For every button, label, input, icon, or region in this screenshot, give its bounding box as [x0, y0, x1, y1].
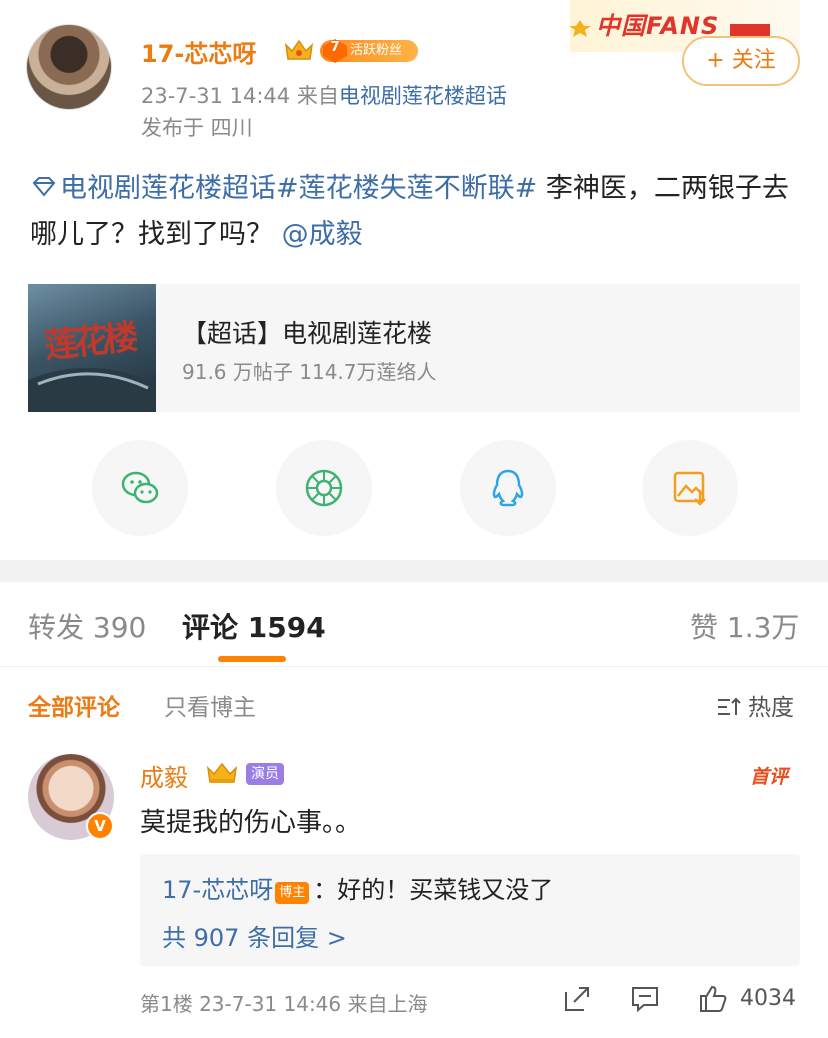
- reply-box[interactable]: 17-芯芯呀 博主 ：好的！买菜钱又没了 共 907 条回复 >: [140, 854, 800, 966]
- topic-card-title: 【超话】电视剧莲花楼: [182, 319, 433, 348]
- super-topic-link[interactable]: 电视剧莲花楼超话: [30, 173, 276, 204]
- fan-level-number: 7: [330, 40, 340, 55]
- save-image-button[interactable]: [642, 440, 738, 536]
- reply-text: ：好的！买菜钱又没了: [313, 876, 554, 904]
- tab-indicator: [218, 656, 286, 662]
- filter-all-comments[interactable]: 全部评论: [28, 688, 120, 722]
- super-topic-text: 电视剧莲花楼超话: [60, 173, 276, 204]
- view-replies-link[interactable]: 共 907 条回复 >: [162, 918, 347, 953]
- tab-comments[interactable]: 评论 1594: [182, 606, 326, 646]
- comment-text: 莫提我的伤心事。。: [140, 808, 362, 838]
- comment-footer: 第1楼 23-7-31 14:46 来自上海: [140, 992, 428, 1016]
- share-moments-button[interactable]: [276, 440, 372, 536]
- post-time: 23-7-31 14:44: [141, 84, 291, 108]
- sort-icon: [718, 697, 741, 715]
- post-from: 来自: [296, 84, 339, 108]
- author-avatar[interactable]: [26, 24, 112, 110]
- mention-link[interactable]: @成毅: [282, 219, 363, 250]
- tab-divider: [0, 666, 828, 667]
- vip-crown-icon: [206, 762, 238, 783]
- commenter-name[interactable]: 成毅: [140, 758, 188, 793]
- post-meta: 23-7-31 14:44 来自电视剧莲花楼超话: [141, 80, 507, 110]
- wechat-icon: [121, 471, 159, 504]
- share-icon[interactable]: [562, 984, 592, 1014]
- topic-thumb-title: 莲花楼: [42, 317, 137, 367]
- like-count: 4034: [740, 986, 796, 1011]
- topic-thumbnail: 莲花楼: [28, 284, 156, 412]
- save-image-icon: [673, 471, 706, 506]
- reply-user-link[interactable]: 17-芯芯呀: [162, 876, 273, 904]
- tab-likes[interactable]: 赞 1.3万: [690, 606, 799, 646]
- diamond-icon: [32, 177, 56, 197]
- share-wechat-button[interactable]: [92, 440, 188, 536]
- owner-badge: 博主: [275, 882, 310, 904]
- super-topic-card[interactable]: 莲花楼 【超话】电视剧莲花楼 91.6 万帖子 114.7万莲络人: [28, 284, 800, 412]
- sort-label: 热度: [748, 695, 794, 721]
- first-comment-badge: 首评: [750, 766, 789, 788]
- topic-card-stats: 91.6 万帖子 114.7万莲络人: [182, 360, 437, 384]
- post-location: 发布于 四川: [141, 116, 253, 140]
- verified-badge: V: [86, 812, 114, 840]
- comment-icon[interactable]: [630, 984, 660, 1014]
- filter-owner-only[interactable]: 只看博主: [164, 688, 256, 722]
- fan-level-icon: 7: [322, 38, 348, 64]
- follow-button[interactable]: + 关注: [682, 36, 800, 86]
- section-divider: [0, 560, 828, 582]
- crown-icon: [284, 39, 314, 60]
- tab-repost[interactable]: 转发 390: [28, 606, 146, 646]
- moments-icon: [305, 469, 343, 507]
- sort-button[interactable]: 热度: [716, 688, 794, 722]
- hashtag-link[interactable]: #莲花楼失莲不断联#: [276, 173, 537, 204]
- post-source-link[interactable]: 电视剧莲花楼超话: [339, 84, 507, 108]
- actor-badge: 演员: [246, 763, 284, 785]
- qq-icon: [492, 469, 524, 507]
- reply-line: 17-芯芯呀 博主 ：好的！买菜钱又没了: [162, 870, 553, 905]
- share-qq-button[interactable]: [460, 440, 556, 536]
- author-name[interactable]: 17-芯芯呀: [141, 34, 256, 69]
- post-body: 电视剧莲花楼超话#莲花楼失莲不断联# 李神医，二两银子去哪儿了？找到了吗？ @成…: [30, 166, 800, 258]
- like-icon[interactable]: [698, 984, 728, 1014]
